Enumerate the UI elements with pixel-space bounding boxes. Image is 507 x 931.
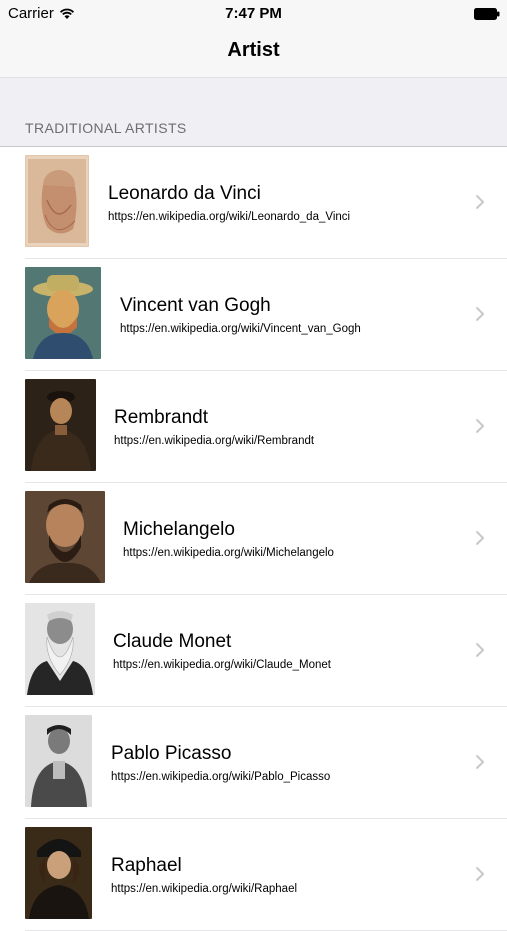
artist-name: Claude Monet xyxy=(113,631,232,652)
artist-portrait xyxy=(25,267,101,359)
chevron-right-icon xyxy=(475,306,485,322)
artist-portrait xyxy=(25,827,92,919)
artist-row-michelangelo[interactable]: Michelangelo https://en.wikipedia.org/wi… xyxy=(0,483,507,595)
artist-portrait xyxy=(25,491,105,583)
artist-name: Pablo Picasso xyxy=(111,743,232,764)
artist-row-raphael[interactable]: Raphael https://en.wikipedia.org/wiki/Ra… xyxy=(0,819,507,931)
battery-icon xyxy=(474,8,500,20)
artist-row-pablo-picasso[interactable]: Pablo Picasso https://en.wikipedia.org/w… xyxy=(0,707,507,819)
section-header: TRADITIONAL ARTISTS xyxy=(25,120,187,136)
chevron-right-icon xyxy=(475,530,485,546)
artist-row-leonardo-da-vinci[interactable]: Leonardo da Vinci https://en.wikipedia.o… xyxy=(0,147,507,259)
artist-portrait xyxy=(25,379,96,471)
artist-portrait xyxy=(25,715,92,807)
status-bar: Carrier 7:47 PM xyxy=(0,0,507,28)
artist-row-vincent-van-gogh[interactable]: Vincent van Gogh https://en.wikipedia.or… xyxy=(0,259,507,371)
artist-url: https://en.wikipedia.org/wiki/Raphael xyxy=(111,883,298,895)
chevron-right-icon xyxy=(475,194,485,210)
artist-row-claude-monet[interactable]: Claude Monet https://en.wikipedia.org/wi… xyxy=(0,595,507,707)
chevron-right-icon xyxy=(475,418,485,434)
artist-url: https://en.wikipedia.org/wiki/Rembrandt xyxy=(114,435,315,447)
navigation-bar: Artist xyxy=(0,28,507,78)
artist-portrait xyxy=(25,155,89,247)
artist-list: Leonardo da Vinci https://en.wikipedia.o… xyxy=(0,147,507,931)
chevron-right-icon xyxy=(475,866,485,882)
artist-row-rembrandt[interactable]: Rembrandt https://en.wikipedia.org/wiki/… xyxy=(0,371,507,483)
artist-url: https://en.wikipedia.org/wiki/Claude_Mon… xyxy=(113,659,331,671)
artist-portrait xyxy=(25,603,95,695)
artist-url: https://en.wikipedia.org/wiki/Vincent_va… xyxy=(120,323,361,335)
status-time: 7:47 PM xyxy=(225,5,282,22)
artist-url: https://en.wikipedia.org/wiki/Pablo_Pica… xyxy=(111,771,331,783)
section-header-area: TRADITIONAL ARTISTS xyxy=(0,78,507,147)
page-title: Artist xyxy=(227,39,280,61)
artist-name: Raphael xyxy=(111,855,182,876)
artist-name: Leonardo da Vinci xyxy=(108,183,261,204)
artist-url: https://en.wikipedia.org/wiki/Michelange… xyxy=(123,547,334,559)
artist-name: Rembrandt xyxy=(114,407,208,428)
artist-url: https://en.wikipedia.org/wiki/Leonardo_d… xyxy=(108,211,351,223)
artist-name: Michelangelo xyxy=(123,519,235,540)
artist-name: Vincent van Gogh xyxy=(120,295,271,316)
chevron-right-icon xyxy=(475,642,485,658)
chevron-right-icon xyxy=(475,754,485,770)
